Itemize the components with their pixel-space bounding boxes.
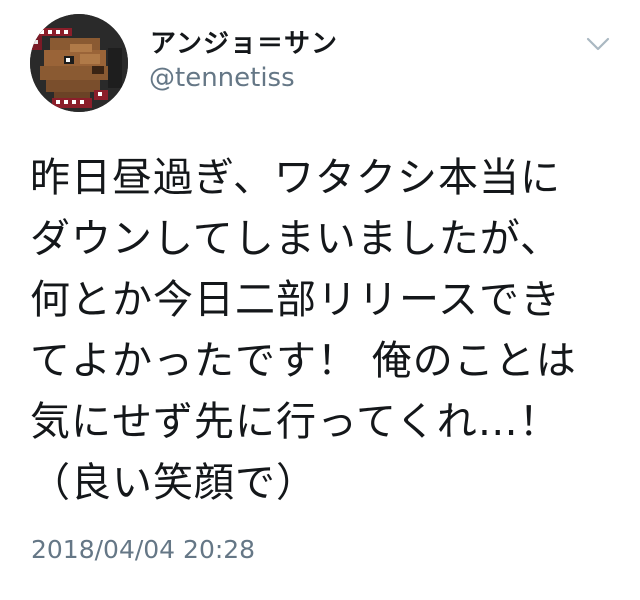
chevron-down-icon[interactable] [585, 34, 611, 54]
user-handle[interactable]: @tennetiss [149, 62, 295, 94]
tweet-card: アンジョ＝サン @tennetiss 昨日昼過ぎ、ワタクシ本当に ダウンしてしま… [0, 0, 640, 600]
avatar[interactable] [30, 14, 128, 112]
tweet-timestamp[interactable]: 2018/04/04 20:28 [31, 534, 255, 566]
tweet-text: 昨日昼過ぎ、ワタクシ本当に ダウンしてしまいましたが、 何とか今日二部リリースで… [30, 155, 577, 506]
display-name[interactable]: アンジョ＝サン [150, 28, 338, 60]
pixel-art-avatar-icon [30, 14, 128, 112]
